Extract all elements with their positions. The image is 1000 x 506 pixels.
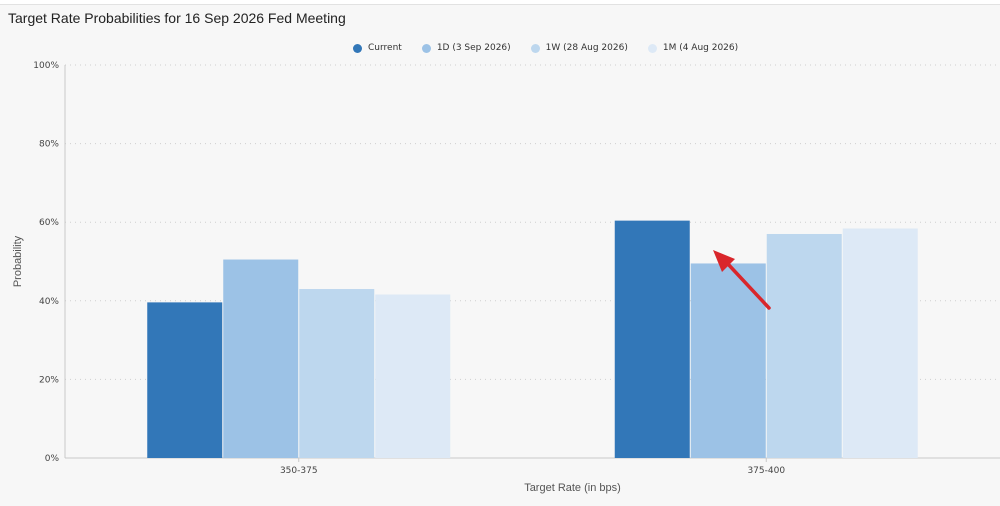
bar-350-375-1 — [223, 259, 299, 458]
y-tick-label: 100% — [33, 61, 59, 71]
y-tick-label: 0% — [45, 454, 60, 464]
y-axis-title: Probability — [12, 235, 24, 287]
y-tick-label: 60% — [39, 218, 59, 228]
x-tick-label: 375-400 — [747, 466, 785, 476]
y-tick-label: 40% — [39, 297, 59, 307]
bar-375-400-2 — [766, 233, 842, 458]
bar-375-400-0 — [614, 220, 690, 458]
bar-350-375-2 — [299, 289, 375, 458]
y-tick-label: 80% — [39, 140, 59, 150]
bar-350-375-0 — [147, 302, 223, 458]
bar-chart: 0% 20% 40% 60% 80% 100% 350-375 375-400 Target R… — [12, 61, 1000, 494]
bar-350-375-3 — [375, 294, 451, 458]
x-axis-title: Target Rate (in bps) — [524, 482, 621, 494]
x-tick-label: 350-375 — [280, 466, 318, 476]
y-tick-label: 20% — [39, 375, 59, 385]
bar-375-400-3 — [842, 228, 918, 458]
